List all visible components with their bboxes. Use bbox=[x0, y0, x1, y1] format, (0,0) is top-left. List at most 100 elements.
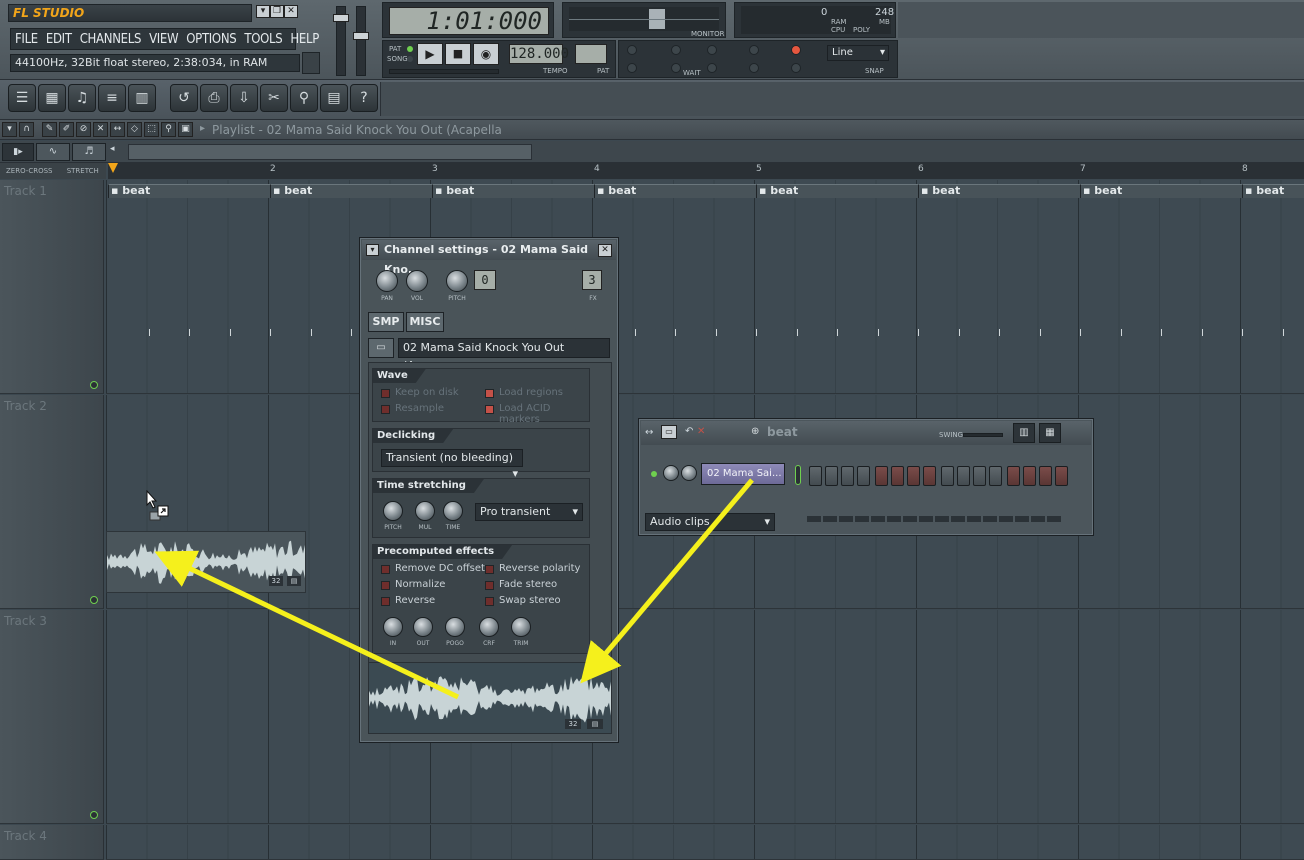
track-4-lane[interactable] bbox=[106, 825, 1304, 860]
step-button[interactable] bbox=[1055, 466, 1068, 486]
close-step-icon[interactable]: ✕ bbox=[697, 426, 705, 437]
timeline-ruler[interactable]: 2 3 4 5 6 7 8 bbox=[108, 163, 1304, 179]
countdown-toggle[interactable] bbox=[671, 45, 681, 55]
blend-notes-toggle[interactable] bbox=[749, 45, 759, 55]
pogo-knob[interactable] bbox=[445, 617, 465, 637]
browser-window-icon[interactable]: ≡ bbox=[98, 84, 126, 112]
playlist-window-icon[interactable]: ☰ bbox=[8, 84, 36, 112]
menu-options[interactable]: OPTIONS bbox=[182, 32, 240, 47]
zero-cross-toggle[interactable]: ZERO-CROSS bbox=[6, 167, 52, 175]
track-3-mute-led[interactable] bbox=[90, 811, 98, 819]
track-2-mute-led[interactable] bbox=[90, 596, 98, 604]
channel-select-led[interactable] bbox=[795, 465, 801, 485]
search-icon[interactable]: ⚲ bbox=[290, 84, 318, 112]
step-button[interactable] bbox=[825, 466, 838, 486]
pattern-number-display[interactable] bbox=[575, 44, 607, 64]
channel-close-icon[interactable]: ✕ bbox=[598, 244, 612, 257]
menu-window-icon[interactable]: ▾ bbox=[256, 5, 270, 18]
track-3-lane[interactable] bbox=[106, 610, 1304, 824]
menu-help[interactable]: HELP bbox=[286, 32, 323, 47]
step-button[interactable] bbox=[1023, 466, 1036, 486]
normalize-checkbox[interactable] bbox=[381, 581, 390, 590]
pencil-icon[interactable]: ✎ bbox=[42, 122, 57, 137]
mixer-window-icon[interactable]: ▥ bbox=[128, 84, 156, 112]
delete-icon[interactable]: ⊘ bbox=[76, 122, 91, 137]
step-button[interactable] bbox=[875, 466, 888, 486]
reverse-checkbox[interactable] bbox=[381, 597, 390, 606]
undo-icon[interactable]: ↺ bbox=[170, 84, 198, 112]
menu-file[interactable]: FILE bbox=[11, 32, 42, 47]
pattern-clip[interactable]: ▪ beat bbox=[1080, 184, 1242, 198]
metronome-toggle[interactable] bbox=[627, 45, 637, 55]
zoom-icon[interactable]: ⚲ bbox=[161, 122, 176, 137]
browse-folder-icon[interactable]: ▭ bbox=[368, 338, 394, 358]
waveform-menu-icon[interactable]: ▤ bbox=[587, 719, 603, 729]
swing-slider[interactable] bbox=[963, 433, 1003, 437]
mute-icon[interactable]: ✕ bbox=[93, 122, 108, 137]
menu-tools[interactable]: TOOLS bbox=[240, 32, 286, 47]
pattern-clip[interactable]: ▪ beat bbox=[108, 184, 270, 198]
reverse-polarity-checkbox[interactable] bbox=[485, 565, 494, 574]
menu-channels[interactable]: CHANNELS bbox=[76, 32, 145, 47]
sample-waveform-view[interactable]: 32 ▤ bbox=[368, 662, 612, 734]
song-mode-led[interactable] bbox=[407, 56, 413, 62]
load-acid-markers-checkbox[interactable] bbox=[485, 405, 494, 414]
track-header-3[interactable]: Track 3 bbox=[0, 610, 104, 824]
step-button[interactable] bbox=[1007, 466, 1020, 486]
channel-name-button[interactable]: 02 Mama Sai... bbox=[701, 463, 785, 485]
save-icon[interactable]: ⎙ bbox=[200, 84, 228, 112]
step-button[interactable] bbox=[809, 466, 822, 486]
piano-roll-window-icon[interactable]: ♫ bbox=[68, 84, 96, 112]
swap-stereo-checkbox[interactable] bbox=[485, 597, 494, 606]
audio-clip-menu-icon[interactable]: ▤ bbox=[287, 576, 301, 586]
channel-volume-knob[interactable] bbox=[681, 465, 697, 481]
punch-toggle[interactable] bbox=[707, 63, 717, 73]
track-header-4[interactable]: Track 4 bbox=[0, 825, 104, 860]
move-icon[interactable]: ↔ bbox=[645, 427, 653, 438]
step-button[interactable] bbox=[857, 466, 870, 486]
playhead-marker[interactable] bbox=[108, 163, 118, 173]
pattern-clip[interactable]: ▪ beat bbox=[270, 184, 432, 198]
audio-tab-icon[interactable]: ♬ bbox=[72, 143, 106, 161]
step-edit-toggle[interactable] bbox=[707, 45, 717, 55]
step-button[interactable] bbox=[1039, 466, 1052, 486]
track-1-mute-led[interactable] bbox=[90, 381, 98, 389]
tab-smp[interactable]: SMP bbox=[368, 312, 404, 332]
wait-toggle[interactable] bbox=[671, 63, 681, 73]
sample-name-field[interactable]: 02 Mama Said Knock You Out (Acap... bbox=[398, 338, 610, 372]
snap-dropdown[interactable]: Line ▾ bbox=[827, 45, 889, 61]
step-button[interactable] bbox=[957, 466, 970, 486]
pitch-knob[interactable] bbox=[446, 270, 468, 292]
pattern-clip[interactable]: ▪ beat bbox=[756, 184, 918, 198]
graph-editor-icon[interactable]: ▥ bbox=[1013, 423, 1035, 443]
cut-icon[interactable]: ✂ bbox=[260, 84, 288, 112]
scroll-left-icon[interactable]: ◂ bbox=[110, 144, 124, 160]
song-position-slider[interactable] bbox=[389, 69, 499, 74]
keyboard-editor-icon[interactable]: ▦ bbox=[1039, 423, 1061, 443]
stretch-toggle[interactable]: STRETCH bbox=[67, 167, 99, 175]
pattern-clip[interactable]: ▪ beat bbox=[918, 184, 1080, 198]
record-button[interactable]: ◉ bbox=[473, 43, 499, 65]
slice-icon[interactable]: ◇ bbox=[127, 122, 142, 137]
crf-knob[interactable] bbox=[479, 617, 499, 637]
step-button[interactable] bbox=[941, 466, 954, 486]
tempo-display[interactable]: 128.000 bbox=[509, 44, 569, 64]
song-time-display[interactable]: 1:01:000 bbox=[389, 7, 549, 35]
horizontal-scrollbar[interactable] bbox=[128, 144, 532, 160]
volume-knob[interactable] bbox=[406, 270, 428, 292]
step-button[interactable] bbox=[989, 466, 1002, 486]
remove-dc-offset-checkbox[interactable] bbox=[381, 565, 390, 574]
fx-channel-display[interactable]: 3 bbox=[582, 270, 602, 290]
declicking-dropdown[interactable]: Transient (no bleeding) ▾ bbox=[381, 449, 523, 480]
step-button[interactable] bbox=[907, 466, 920, 486]
out-knob[interactable] bbox=[413, 617, 433, 637]
step-button[interactable] bbox=[841, 466, 854, 486]
step-sequencer-window-icon[interactable]: ▦ bbox=[38, 84, 66, 112]
project-info-icon[interactable]: ▤ bbox=[320, 84, 348, 112]
track-1-lane[interactable] bbox=[106, 180, 1304, 394]
add-pattern-icon[interactable]: ⊕ bbox=[751, 426, 759, 437]
pattern-clip[interactable]: ▪ beat bbox=[594, 184, 756, 198]
step-scrollbar[interactable] bbox=[807, 516, 1063, 522]
help-icon[interactable]: ? bbox=[350, 84, 378, 112]
audio-clip[interactable]: 32 ▤ bbox=[106, 531, 306, 593]
